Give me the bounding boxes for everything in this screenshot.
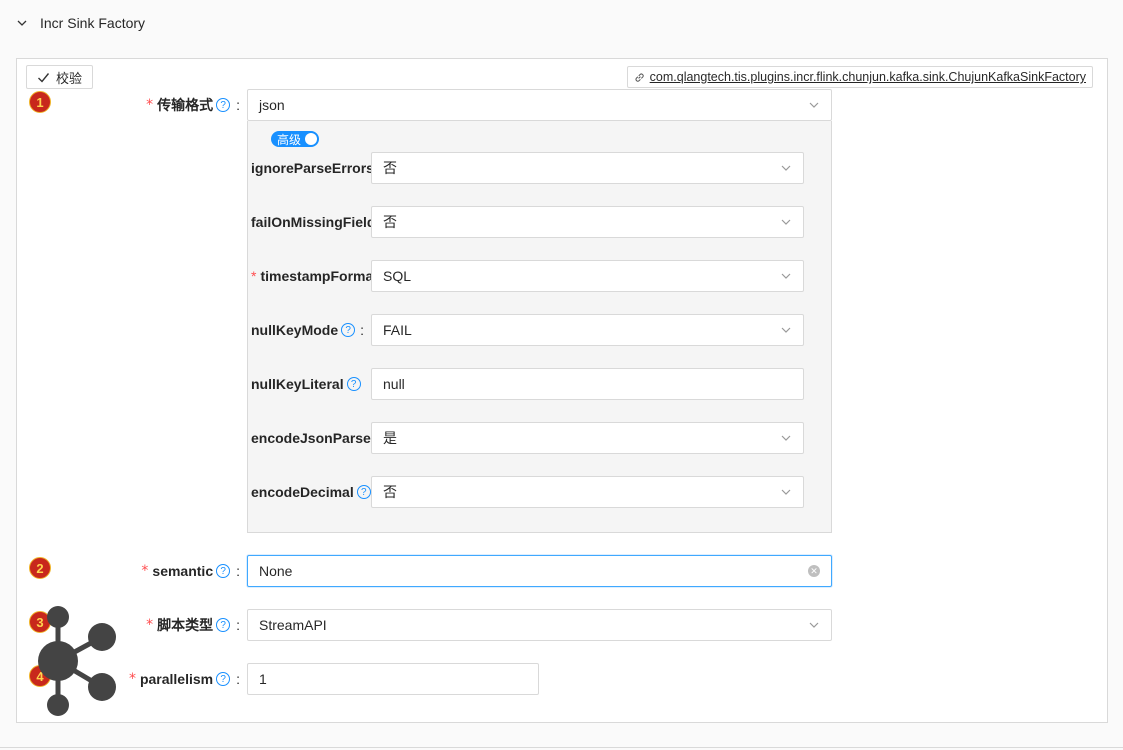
help-icon[interactable]: ?: [346, 377, 361, 391]
json-options-panel: 高级 ignoreParseErrors 否 failOnMissingFiel…: [247, 121, 832, 533]
label-text: ignoreParseErrors: [251, 160, 373, 176]
select-value: 否: [383, 484, 397, 500]
label-text: encodeDecimal: [251, 484, 354, 500]
label-colon: :: [236, 671, 240, 687]
validate-button[interactable]: 校验: [26, 65, 93, 89]
select-value: 否: [383, 160, 397, 176]
null-key-literal-label: nullKeyLiteral ?: [251, 368, 373, 400]
required-mark: *: [146, 617, 154, 633]
chevron-down-icon: [16, 17, 28, 29]
help-icon[interactable]: ?: [216, 618, 231, 632]
label-text: nullKeyMode: [251, 322, 339, 338]
timestamp-format-label: * timestampFormat: [251, 260, 373, 292]
fail-on-missing-field-label: failOnMissingField: [251, 206, 373, 238]
panel-title: Incr Sink Factory: [40, 15, 146, 31]
step-badge-1: 1: [29, 91, 51, 113]
chevron-down-icon: [780, 432, 792, 444]
script-type-label: * 脚本类型 ? :: [146, 609, 240, 641]
script-type-select-value: StreamAPI: [259, 617, 327, 633]
step-badge-2: 2: [29, 557, 51, 579]
chevron-down-icon: [780, 324, 792, 336]
label-colon: :: [360, 322, 365, 338]
parallelism-label-text: parallelism: [139, 671, 214, 687]
required-mark: *: [128, 671, 136, 687]
select-value: SQL: [383, 268, 412, 284]
fail-on-missing-field-select[interactable]: 否: [371, 206, 804, 238]
help-icon[interactable]: ?: [356, 485, 371, 499]
null-key-mode-select[interactable]: FAIL: [371, 314, 804, 346]
required-mark: *: [251, 268, 257, 284]
chevron-down-icon: [780, 216, 792, 228]
script-type-select[interactable]: StreamAPI: [247, 609, 832, 641]
encode-json-parser-label: encodeJsonParserEnabled: [251, 422, 373, 454]
select-value: 否: [383, 214, 397, 230]
help-icon[interactable]: ?: [216, 672, 231, 686]
panel-divider: [0, 747, 1123, 748]
required-mark: *: [141, 563, 149, 579]
validate-button-label: 校验: [55, 70, 82, 86]
semantic-select-value: None: [259, 563, 293, 579]
null-key-mode-label: nullKeyMode ? :: [251, 314, 373, 346]
ignore-parse-errors-select[interactable]: 否: [371, 152, 804, 184]
advanced-toggle[interactable]: 高级: [271, 131, 319, 147]
link-icon: [635, 73, 644, 82]
collapse-panel-header[interactable]: Incr Sink Factory: [0, 0, 1123, 46]
help-icon[interactable]: ?: [216, 564, 231, 578]
parallelism-input[interactable]: [247, 663, 539, 695]
plugin-class-link[interactable]: com.qlangtech.tis.plugins.incr.flink.chu…: [626, 66, 1093, 88]
label-text: nullKeyLiteral: [251, 376, 344, 392]
plugin-class-name: com.qlangtech.tis.plugins.incr.flink.chu…: [649, 70, 1086, 84]
help-icon[interactable]: ?: [216, 98, 231, 112]
required-mark: *: [146, 97, 154, 113]
label-colon: :: [236, 97, 240, 113]
format-select[interactable]: json: [247, 89, 832, 121]
label-text: encodeJsonParserEnabled: [251, 430, 373, 446]
semantic-label-text: semantic: [152, 563, 214, 579]
null-key-literal-input[interactable]: [371, 368, 804, 400]
select-value: 是: [383, 430, 397, 446]
semantic-label: * semantic ? :: [141, 555, 240, 587]
label-text: failOnMissingField: [251, 214, 373, 230]
advanced-toggle-label: 高级: [277, 132, 302, 147]
clear-icon[interactable]: ✕: [808, 565, 820, 577]
format-label-text: 传输格式: [157, 97, 214, 113]
parallelism-label: * parallelism ? :: [129, 663, 240, 695]
label-colon: :: [236, 563, 240, 579]
label-colon: :: [236, 617, 240, 633]
check-icon: [37, 72, 50, 83]
format-label: * 传输格式 ? :: [146, 89, 240, 121]
chevron-down-icon: [780, 486, 792, 498]
encode-json-parser-select[interactable]: 是: [371, 422, 804, 454]
label-text: timestampFormat: [260, 268, 373, 284]
select-value: FAIL: [383, 322, 412, 338]
help-icon[interactable]: ?: [341, 323, 356, 337]
timestamp-format-select[interactable]: SQL: [371, 260, 804, 292]
toggle-knob: [305, 133, 317, 145]
format-select-value: json: [259, 97, 285, 113]
ignore-parse-errors-label: ignoreParseErrors: [251, 152, 373, 184]
chevron-down-icon: [808, 619, 820, 631]
chevron-down-icon: [780, 162, 792, 174]
encode-decimal-label: encodeDecimal ?: [251, 476, 373, 508]
network-graph-icon: [38, 606, 116, 716]
script-type-label-text: 脚本类型: [157, 617, 214, 633]
chevron-down-icon: [780, 270, 792, 282]
semantic-select[interactable]: None ✕: [247, 555, 832, 587]
chevron-down-icon: [808, 99, 820, 111]
encode-decimal-select[interactable]: 否: [371, 476, 804, 508]
